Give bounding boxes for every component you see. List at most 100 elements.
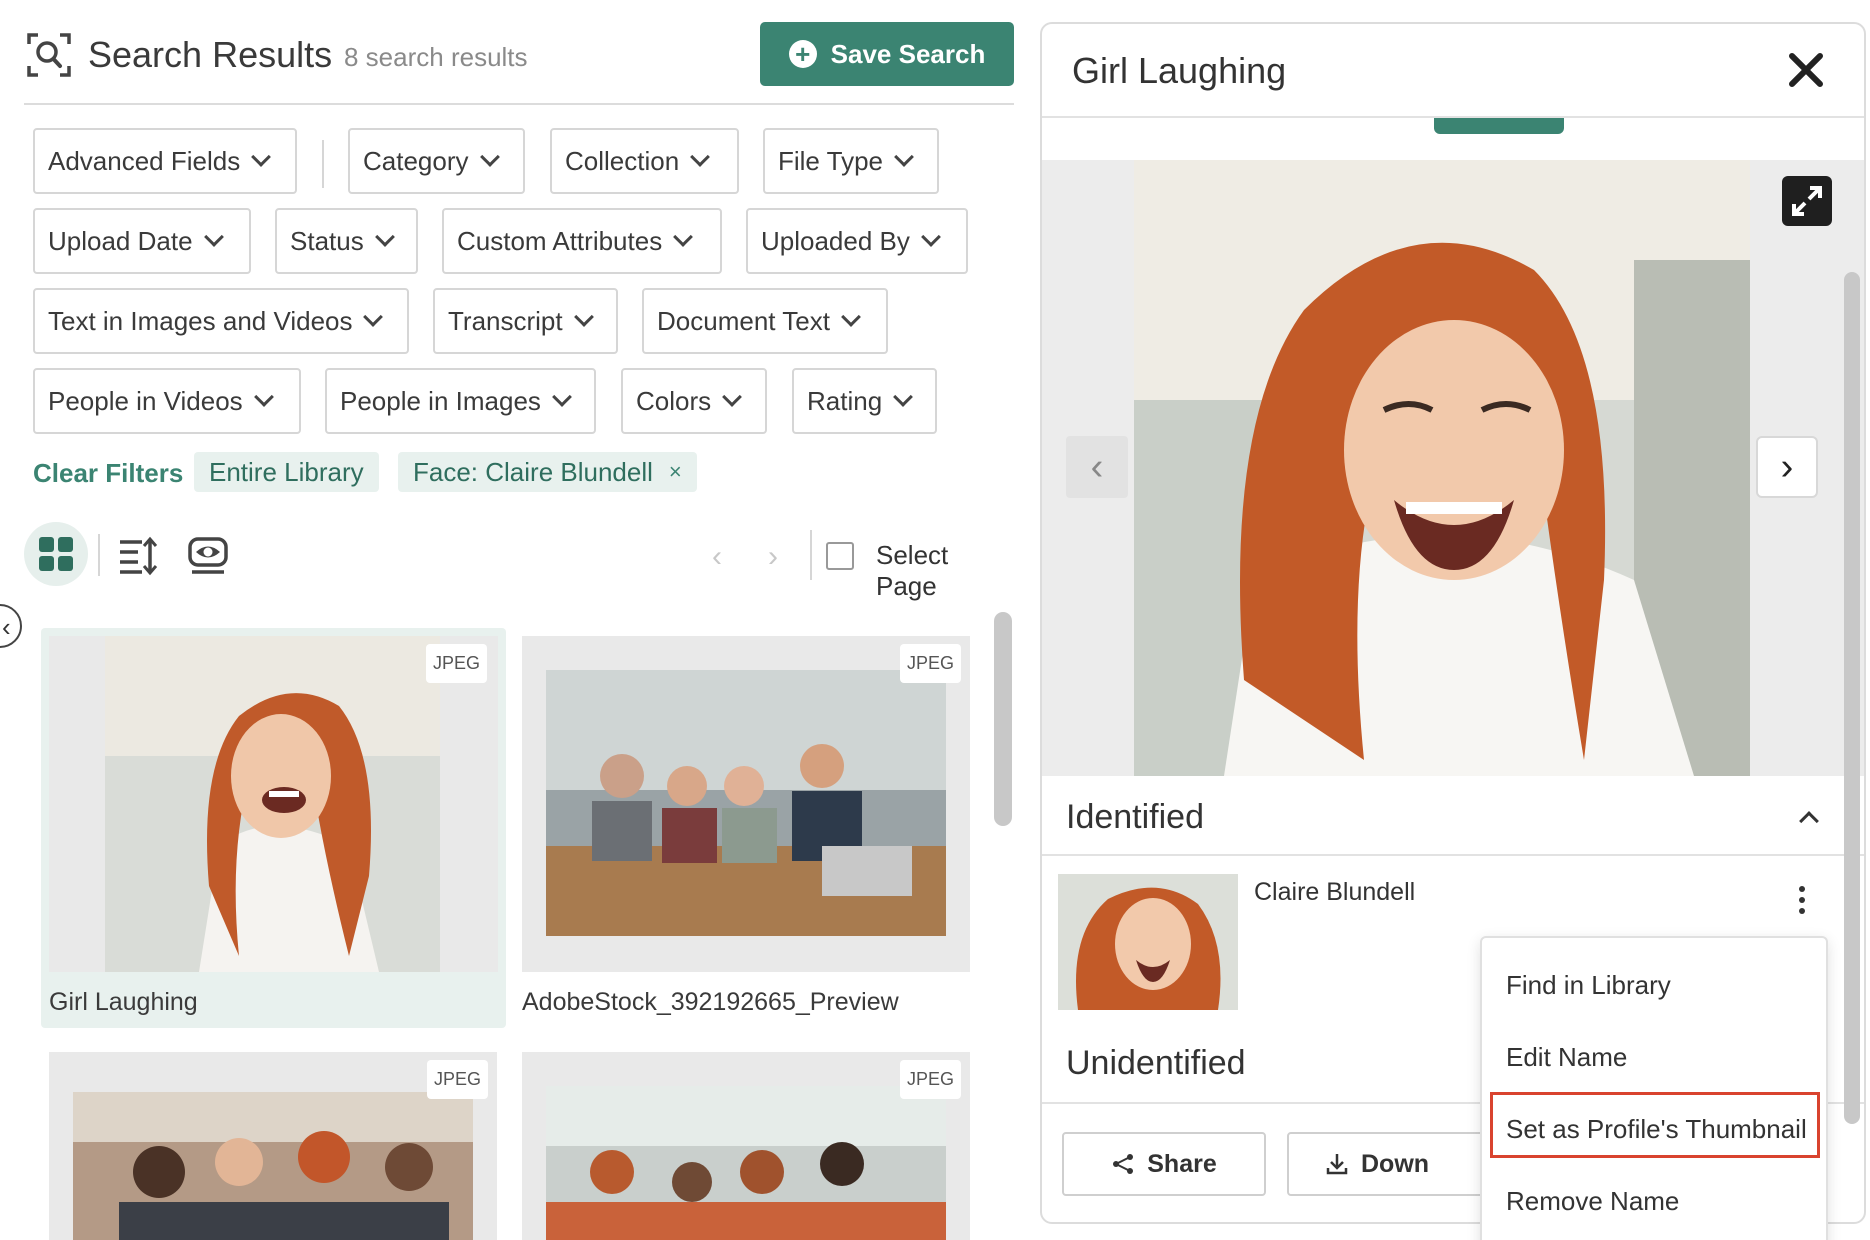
filter-people-in-images[interactable]: People in Images — [325, 368, 596, 434]
page-title: Search Results — [88, 34, 333, 75]
chevron-down-icon — [841, 307, 861, 327]
face-search-icon — [27, 33, 71, 77]
person-avatar[interactable] — [1058, 874, 1238, 1010]
menu-item-find-in-library[interactable]: Find in Library — [1506, 970, 1671, 1001]
result-thumbnail — [49, 636, 498, 972]
chevron-up-icon[interactable] — [1799, 811, 1819, 831]
file-type-badge: JPEG — [427, 1060, 489, 1099]
filter-uploaded-by[interactable]: Uploaded By — [746, 208, 968, 274]
expand-icon[interactable] — [1782, 176, 1832, 226]
chevron-left-icon: ‹ — [2, 612, 11, 642]
chevron-down-icon — [363, 307, 384, 327]
chevron-down-icon — [722, 387, 743, 407]
chevron-down-icon — [920, 227, 941, 247]
share-label: Share — [1147, 1149, 1217, 1178]
filter-label: Transcript — [448, 305, 563, 336]
result-card[interactable]: JPEG Girl Laughing — [41, 628, 506, 1028]
clear-filters-link[interactable]: Clear Filters — [33, 458, 183, 489]
filter-label: File Type — [778, 145, 884, 176]
filter-label: Uploaded By — [761, 225, 910, 256]
asset-title: Girl Laughing — [1072, 50, 1287, 91]
grid-view-icon[interactable] — [24, 522, 88, 586]
filter-divider — [322, 140, 324, 188]
filter-collection[interactable]: Collection — [550, 128, 739, 194]
chip-label: Entire Library — [209, 456, 364, 487]
menu-item-edit-name[interactable]: Edit Name — [1506, 1042, 1627, 1073]
filter-label: People in Videos — [48, 385, 243, 416]
filter-advanced-fields[interactable]: Advanced Fields — [33, 128, 297, 194]
file-type-badge: JPEG — [426, 644, 488, 683]
filter-rating[interactable]: Rating — [792, 368, 937, 434]
filter-label: Document Text — [657, 305, 830, 336]
filter-custom-attributes[interactable]: Custom Attributes — [442, 208, 722, 274]
section-divider — [1042, 854, 1864, 856]
menu-item-set-profile-thumbnail[interactable]: Set as Profile's Thumbnail — [1506, 1114, 1807, 1145]
chevron-down-icon — [251, 147, 272, 167]
next-page-icon[interactable]: › — [768, 540, 778, 574]
chevron-down-icon — [573, 307, 594, 327]
menu-item-remove-name[interactable]: Remove Name — [1506, 1186, 1679, 1217]
download-label: Down — [1361, 1149, 1430, 1178]
filter-label: Custom Attributes — [457, 225, 663, 256]
girl-laughing-photo — [105, 636, 440, 972]
filter-label: People in Images — [340, 385, 541, 416]
filter-transcript[interactable]: Transcript — [433, 288, 618, 354]
file-type-badge: JPEG — [900, 1060, 962, 1099]
result-card[interactable]: JPEG — [522, 1052, 970, 1240]
chevron-down-icon — [479, 147, 500, 167]
remove-filter-icon[interactable]: × — [669, 459, 682, 485]
chip-label: Face: Claire Blundell — [413, 456, 653, 487]
save-search-button[interactable]: + Save Search — [760, 22, 1014, 86]
active-tab-indicator — [1434, 118, 1564, 134]
chevron-left-icon[interactable]: ‹ — [1066, 436, 1128, 498]
identified-heading: Identified — [1066, 798, 1204, 836]
filter-colors[interactable]: Colors — [621, 368, 767, 434]
result-card[interactable]: JPEG — [49, 1052, 497, 1240]
filter-status[interactable]: Status — [275, 208, 418, 274]
person-context-menu: Find in Library Edit Name Set as Profile… — [1480, 936, 1828, 1240]
filter-document-text[interactable]: Document Text — [642, 288, 888, 354]
filter-category[interactable]: Category — [348, 128, 525, 194]
filter-text-in-images[interactable]: Text in Images and Videos — [33, 288, 409, 354]
result-thumbnail — [522, 636, 970, 972]
share-button[interactable]: Share — [1062, 1132, 1266, 1196]
results-scrollbar[interactable] — [994, 612, 1012, 826]
girl-laughing-photo — [1134, 160, 1750, 776]
result-count: 8 search results — [344, 42, 528, 72]
eye-icon[interactable] — [188, 536, 228, 576]
chevron-down-icon — [374, 227, 395, 247]
download-button[interactable]: Down — [1287, 1132, 1487, 1196]
filter-upload-date[interactable]: Upload Date — [33, 208, 251, 274]
header-divider — [24, 103, 1014, 105]
filter-file-type[interactable]: File Type — [763, 128, 939, 194]
image-viewer: ‹ › — [1042, 160, 1864, 776]
more-options-icon[interactable] — [1792, 886, 1812, 922]
filter-label: Rating — [807, 385, 883, 416]
toolbar-divider — [98, 534, 100, 576]
download-icon — [1326, 1154, 1348, 1175]
viewer-photo — [1134, 160, 1750, 776]
filter-label: Collection — [565, 145, 680, 176]
select-page-checkbox[interactable] — [826, 542, 854, 570]
filter-label: Status — [290, 225, 364, 256]
chip-entire-library: Entire Library — [194, 452, 379, 492]
filter-label: Upload Date — [48, 225, 193, 256]
chevron-down-icon — [253, 387, 274, 407]
chevron-right-icon[interactable]: › — [1756, 436, 1818, 498]
result-card[interactable]: JPEG AdobeStock_392192665_Preview — [522, 636, 970, 1016]
sort-icon[interactable] — [118, 536, 158, 576]
person-name: Claire Blundell — [1254, 878, 1416, 906]
prev-page-icon[interactable]: ‹ — [712, 540, 722, 574]
detail-scrollbar[interactable] — [1844, 272, 1860, 1124]
plus-circle-icon: + — [788, 40, 817, 68]
unidentified-heading: Unidentified — [1066, 1044, 1246, 1082]
close-icon[interactable] — [1784, 48, 1828, 92]
chevron-down-icon — [893, 387, 914, 407]
results-header: Search Results 8 search results + Save S… — [24, 22, 1014, 104]
share-icon — [1113, 1154, 1134, 1174]
filter-people-in-videos[interactable]: People in Videos — [33, 368, 301, 434]
select-page-label: Select Page — [876, 540, 949, 601]
chevron-down-icon — [894, 147, 914, 167]
result-name: AdobeStock_392192665_Preview — [522, 988, 899, 1016]
collapse-sidebar-button[interactable]: ‹ — [0, 604, 22, 648]
